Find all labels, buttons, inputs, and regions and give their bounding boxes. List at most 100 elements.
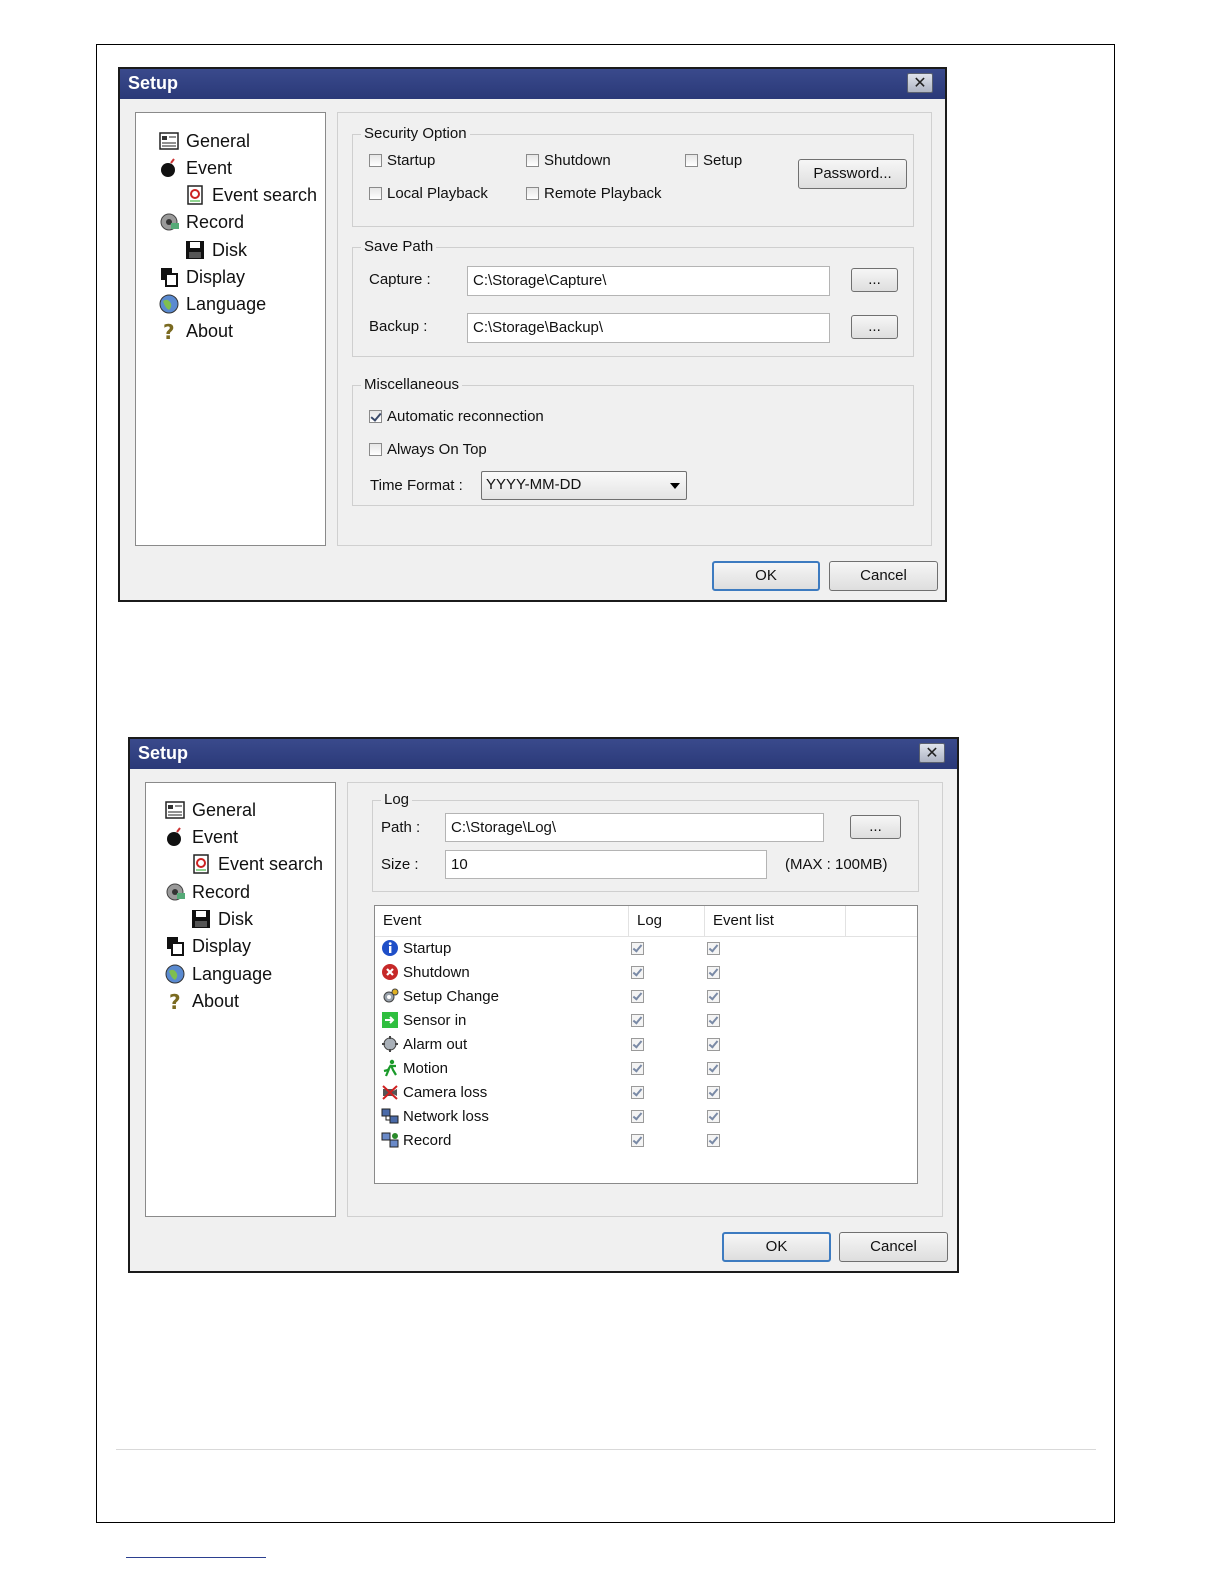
nav-item-general[interactable]: General [164, 797, 256, 823]
event-list-checkbox[interactable] [707, 942, 720, 955]
table-row[interactable]: Alarm out [375, 1033, 917, 1057]
display-icon [161, 268, 178, 287]
event-name-cell: Motion [381, 1059, 448, 1077]
backup-browse-button[interactable]: ... [851, 315, 898, 339]
table-row[interactable]: Record [375, 1129, 917, 1153]
security-local-playback-checkbox[interactable]: Local Playback [369, 185, 488, 202]
shutdown-icon [382, 964, 398, 980]
nav-item-language[interactable]: Language [164, 961, 272, 987]
nav-item-event-search[interactable]: Event search [184, 182, 317, 208]
log-path-label: Path : [381, 819, 421, 836]
nav-item-record[interactable]: Record [158, 209, 244, 235]
log-checkbox[interactable] [631, 990, 644, 1003]
checkbox-box[interactable] [369, 187, 382, 200]
display-icon [167, 937, 184, 956]
time-format-select[interactable]: YYYY-MM-DD [481, 471, 687, 500]
close-button[interactable]: ✕ [919, 743, 945, 763]
log-checkbox[interactable] [631, 1038, 644, 1051]
table-row[interactable]: Setup Change [375, 985, 917, 1009]
title-bar[interactable]: Setup ✕ [120, 69, 945, 99]
nav-item-disk[interactable]: Disk [184, 237, 247, 263]
log-checkbox[interactable] [631, 1110, 644, 1123]
record-event-icon [381, 1132, 399, 1148]
nav-item-event[interactable]: Event [164, 824, 238, 850]
nav-item-about[interactable]: ? About [158, 318, 233, 344]
security-startup-checkbox[interactable]: Startup [369, 152, 435, 169]
ok-button[interactable]: OK [722, 1232, 831, 1262]
event-list-checkbox[interactable] [707, 1086, 720, 1099]
event-list-checkbox[interactable] [707, 966, 720, 979]
column-header-event-list[interactable]: Event list [705, 906, 846, 936]
checkbox-box[interactable] [526, 154, 539, 167]
setup-dialog-event: Setup ✕ General Event Event search Recor… [128, 737, 959, 1273]
event-name-cell: Shutdown [381, 963, 470, 981]
event-list-checkbox[interactable] [707, 1014, 720, 1027]
event-list-checkbox[interactable] [707, 990, 720, 1003]
log-checkbox[interactable] [631, 1062, 644, 1075]
password-button[interactable]: Password... [798, 159, 907, 189]
event-log-table[interactable]: Event Log Event list Startup Shutdown Setu… [374, 905, 918, 1184]
table-row[interactable]: Motion [375, 1057, 917, 1081]
table-row[interactable]: Camera loss [375, 1081, 917, 1105]
security-setup-checkbox[interactable]: Setup [685, 152, 742, 169]
nav-item-record[interactable]: Record [164, 879, 250, 905]
record-icon [166, 883, 185, 901]
event-list-checkbox[interactable] [707, 1134, 720, 1147]
checkbox-box[interactable] [685, 154, 698, 167]
security-shutdown-checkbox[interactable]: Shutdown [526, 152, 611, 169]
title-bar[interactable]: Setup ✕ [130, 739, 957, 769]
security-remote-playback-checkbox[interactable]: Remote Playback [526, 185, 662, 202]
record-icon [160, 213, 179, 231]
nav-item-about[interactable]: ? About [164, 988, 239, 1014]
close-button[interactable]: ✕ [907, 73, 933, 93]
log-checkbox[interactable] [631, 1086, 644, 1099]
cancel-button[interactable]: Cancel [829, 561, 938, 591]
log-checkbox[interactable] [631, 1014, 644, 1027]
capture-path-field[interactable]: C:\Storage\Capture\ [467, 266, 830, 296]
table-row[interactable]: Shutdown [375, 961, 917, 985]
nav-item-language[interactable]: Language [158, 291, 266, 317]
nav-item-display[interactable]: Display [158, 264, 245, 290]
always-on-top-checkbox[interactable]: Always On Top [369, 441, 487, 458]
checkbox-box[interactable] [369, 154, 382, 167]
about-icon: ? [163, 320, 175, 342]
column-header-log[interactable]: Log [629, 906, 705, 936]
chevron-down-icon[interactable] [670, 483, 680, 489]
event-list-checkbox[interactable] [707, 1062, 720, 1075]
automatic-reconnection-checkbox[interactable]: Automatic reconnection [369, 408, 544, 425]
column-header-event[interactable]: Event [375, 906, 629, 936]
nav-label: Record [192, 881, 251, 902]
nav-label: Language [192, 963, 273, 984]
table-row[interactable]: Sensor in [375, 1009, 917, 1033]
log-path-browse-button[interactable]: ... [850, 815, 901, 839]
log-checkbox[interactable] [631, 966, 644, 979]
nav-item-event[interactable]: Event [158, 155, 232, 181]
table-row[interactable]: Network loss [375, 1105, 917, 1129]
log-path-field[interactable]: C:\Storage\Log\ [445, 813, 824, 842]
event-name: Network loss [403, 1107, 489, 1125]
checkbox-box[interactable] [369, 410, 382, 423]
capture-browse-button[interactable]: ... [851, 268, 898, 292]
settings-nav-tree: General Event Event search Record Disk D… [135, 112, 326, 546]
event-list-checkbox[interactable] [707, 1110, 720, 1123]
nav-item-display[interactable]: Display [164, 933, 251, 959]
log-checkbox[interactable] [631, 942, 644, 955]
event-name: Shutdown [403, 963, 470, 981]
window-title: Setup [128, 73, 179, 93]
checkbox-box[interactable] [526, 187, 539, 200]
log-checkbox[interactable] [631, 1134, 644, 1147]
event-list-checkbox[interactable] [707, 1038, 720, 1051]
checkbox-box[interactable] [369, 443, 382, 456]
nav-item-disk[interactable]: Disk [190, 906, 253, 932]
ok-button[interactable]: OK [712, 561, 820, 591]
network-loss-icon [381, 1108, 399, 1124]
nav-item-general[interactable]: General [158, 128, 250, 154]
event-name-cell: Record [381, 1131, 451, 1149]
backup-path-field[interactable]: C:\Storage\Backup\ [467, 313, 830, 343]
event-name: Camera loss [403, 1083, 488, 1101]
cancel-button[interactable]: Cancel [839, 1232, 948, 1262]
table-row[interactable]: Startup [375, 937, 917, 961]
nav-item-event-search[interactable]: Event search [190, 851, 323, 877]
nav-label: Disk [218, 908, 253, 929]
log-size-field[interactable]: 10 [445, 850, 767, 879]
